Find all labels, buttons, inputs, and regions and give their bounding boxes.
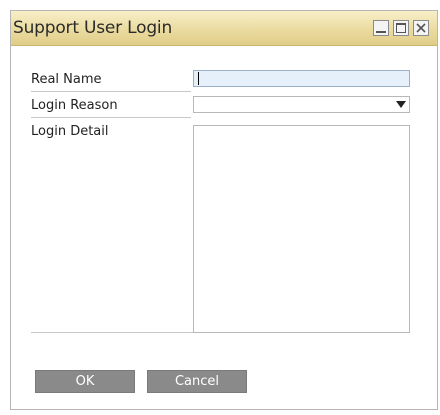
login-reason-label: Login Reason (31, 98, 118, 113)
chevron-down-icon[interactable] (396, 101, 406, 108)
cancel-button[interactable]: Cancel (147, 370, 247, 393)
real-name-label: Real Name (31, 72, 102, 87)
ok-button[interactable]: OK (35, 370, 135, 393)
window-title: Support User Login (13, 18, 173, 38)
login-reason-divider (31, 117, 191, 118)
form-separator (31, 332, 193, 333)
title-bar[interactable]: Support User Login (11, 11, 437, 46)
real-name-divider (31, 91, 191, 92)
login-detail-label: Login Detail (31, 124, 109, 139)
login-reason-dropdown[interactable] (193, 96, 410, 113)
support-user-login-window: Support User Login Real Name Login Reaso… (10, 10, 438, 410)
login-detail-textarea[interactable] (193, 125, 410, 333)
real-name-input[interactable] (193, 70, 410, 87)
maximize-icon[interactable] (393, 20, 409, 36)
close-icon[interactable] (413, 20, 429, 36)
minimize-icon[interactable] (373, 20, 389, 36)
text-caret (198, 72, 199, 85)
